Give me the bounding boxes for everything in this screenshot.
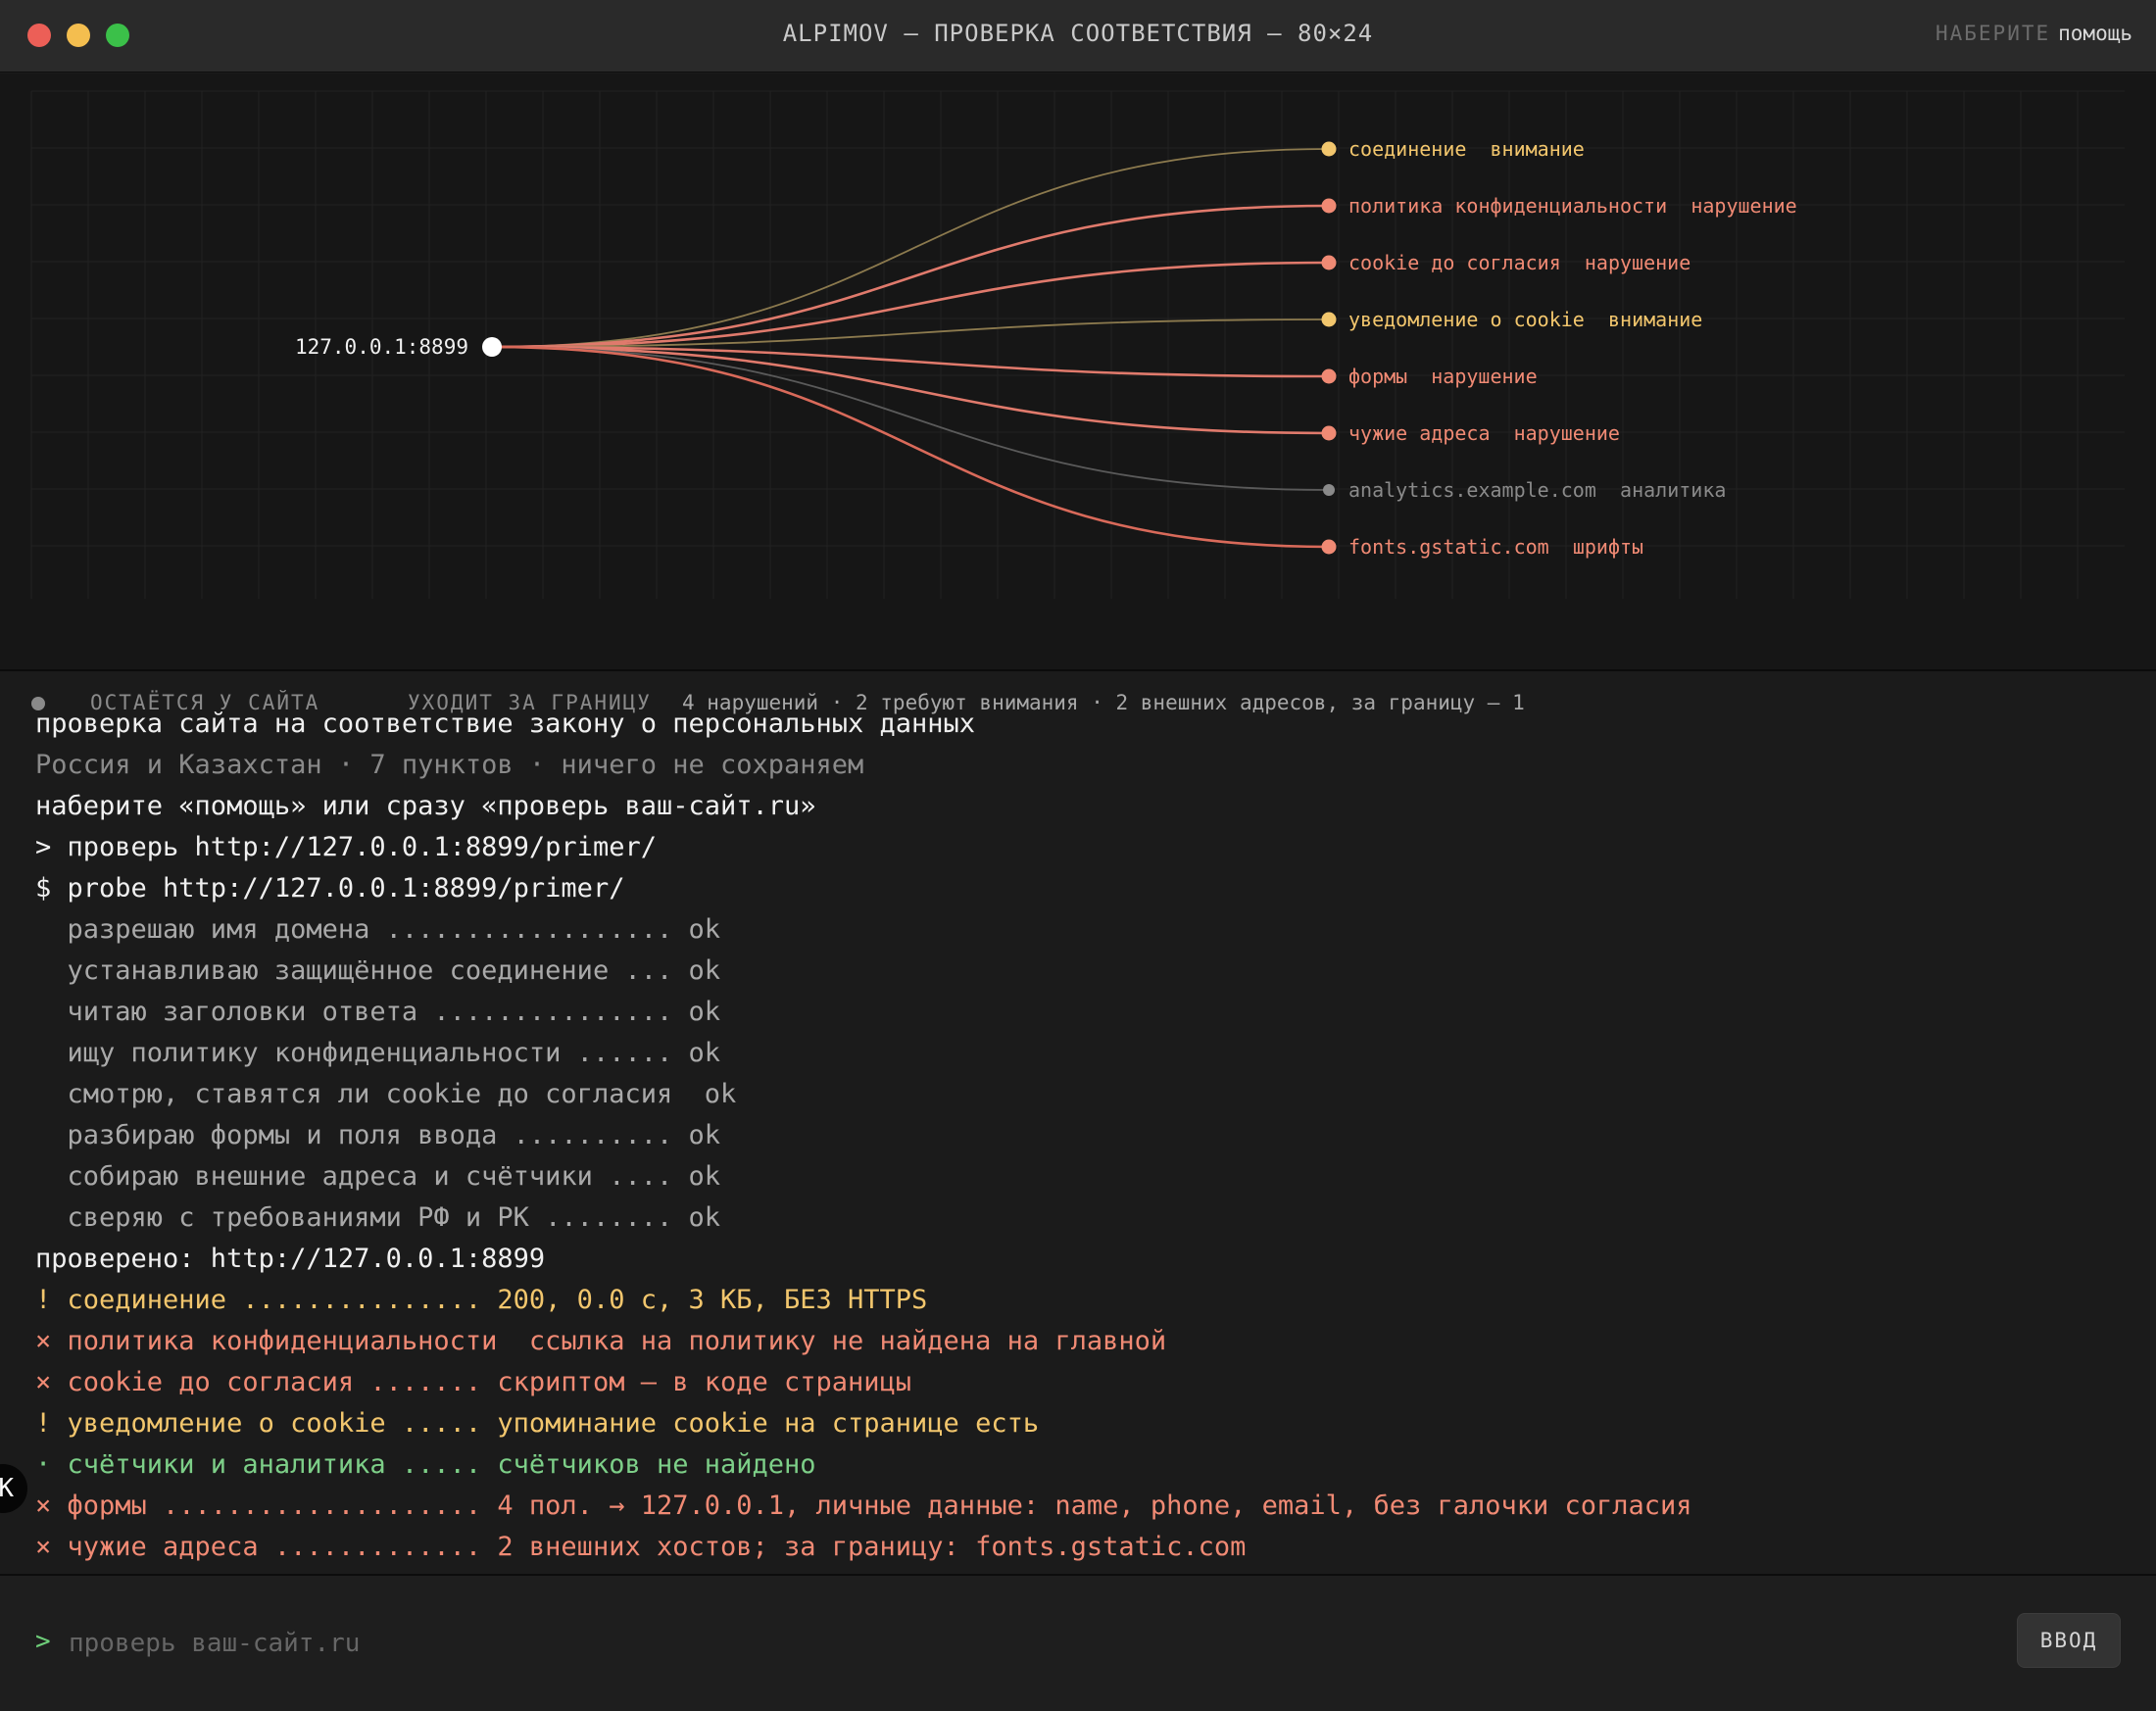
console-line: смотрю, ставятся ли cookie до согласия o… bbox=[35, 1079, 737, 1109]
console-line: Россия и Казахстан · 7 пунктов · ничего … bbox=[35, 750, 864, 780]
graph-node-label[interactable]: fonts.gstatic.com bbox=[1348, 535, 1549, 559]
graph-node-dot[interactable] bbox=[1323, 484, 1335, 496]
graph-node-label[interactable]: формы bbox=[1348, 365, 1407, 388]
console-line: × формы .................... 4 пол. → 12… bbox=[35, 1491, 1692, 1521]
enter-button[interactable]: ВВОД bbox=[2017, 1613, 2121, 1668]
graph-node-status: нарушение bbox=[1514, 421, 1620, 445]
console-line: читаю заголовки ответа ............... o… bbox=[35, 997, 720, 1027]
command-bar: > ВВОД bbox=[0, 1574, 2156, 1711]
console-line: проверено: http://127.0.0.1:8899 bbox=[35, 1244, 546, 1274]
graph-node-label[interactable]: политика конфиденциальности bbox=[1348, 194, 1667, 218]
graph-edge bbox=[491, 148, 1330, 348]
graph-node-dot[interactable] bbox=[1321, 368, 1337, 384]
graph-node-label[interactable]: cookie до согласия bbox=[1348, 251, 1561, 274]
graph-edge bbox=[491, 345, 1330, 435]
help-hint: НАБЕРИТЕ помощь bbox=[1936, 22, 2132, 45]
graph-node-dot[interactable] bbox=[1321, 312, 1337, 327]
console-line: · счётчики и аналитика ..... счётчиков н… bbox=[35, 1449, 816, 1480]
graph-edge bbox=[491, 345, 1330, 549]
window-title: ALPIMOV — ПРОВЕРКА СООТВЕТСТВИЯ — 80×24 bbox=[782, 20, 1374, 47]
graph-node-status: внимание bbox=[1608, 308, 1702, 331]
data-flow-graph: соединение внимание политика конфиденциаль… bbox=[30, 90, 2125, 599]
graph-node-status: нарушение bbox=[1431, 365, 1537, 388]
graph-node-dot[interactable] bbox=[1321, 141, 1337, 157]
graph-root-node[interactable] bbox=[482, 337, 502, 357]
graph-root-label: 127.0.0.1:8899 bbox=[295, 335, 468, 359]
console-line: > проверь http://127.0.0.1:8899/primer/ bbox=[35, 832, 657, 862]
console-line: ищу политику конфиденциальности ...... o… bbox=[35, 1038, 720, 1068]
help-hint-command[interactable]: помощь bbox=[2058, 22, 2132, 45]
console-line: $ probe http://127.0.0.1:8899/primer/ bbox=[35, 873, 625, 904]
console-output: проверка сайта на соответствие закону о … bbox=[35, 704, 2136, 1568]
console-line: × политика конфиденциальности ссылка на … bbox=[35, 1326, 1167, 1356]
graph-node-dot[interactable] bbox=[1321, 425, 1337, 441]
data-flow-graph-panel: соединение внимание политика конфиденциаль… bbox=[0, 73, 2156, 714]
console-line: ! соединение ............... 200, 0.0 с,… bbox=[35, 1285, 928, 1315]
help-hint-key: НАБЕРИТЕ bbox=[1935, 22, 2051, 45]
graph-node-label[interactable]: analytics.example.com bbox=[1348, 478, 1596, 502]
command-input[interactable] bbox=[69, 1619, 1931, 1668]
graph-node-label[interactable]: соединение bbox=[1348, 137, 1466, 161]
console-line: сверяю с требованиями РФ и РК ........ o… bbox=[35, 1202, 720, 1233]
console-line: × cookie до согласия ....... скриптом — … bbox=[35, 1367, 912, 1397]
title-bar: ALPIMOV — ПРОВЕРКА СООТВЕТСТВИЯ — 80×24 … bbox=[0, 0, 2156, 73]
graph-node-status: нарушение bbox=[1585, 251, 1690, 274]
graph-node-status: нарушение bbox=[1690, 194, 1796, 218]
graph-node-label[interactable]: уведомление о cookie bbox=[1348, 308, 1585, 331]
graph-node-status: шрифты bbox=[1573, 535, 1643, 559]
graph-node-dot[interactable] bbox=[1321, 198, 1337, 214]
console-line: разбираю формы и поля ввода .......... o… bbox=[35, 1120, 720, 1150]
prompt-symbol: > bbox=[35, 1627, 51, 1656]
console-line: разрешаю имя домена .................. o… bbox=[35, 914, 720, 945]
graph-node-label[interactable]: чужие адреса bbox=[1348, 421, 1491, 445]
graph-edge bbox=[491, 346, 1330, 491]
console-line: устанавливаю защищённое соединение ... o… bbox=[35, 955, 720, 986]
console-line: проверка сайта на соответствие закону о … bbox=[35, 709, 976, 739]
side-badge[interactable]: K bbox=[0, 1464, 27, 1513]
graph-node-status: внимание bbox=[1491, 137, 1585, 161]
console-line: наберите «помощь» или сразу «проверь ваш… bbox=[35, 791, 816, 821]
console-line: собираю внешние адреса и счётчики .... o… bbox=[35, 1161, 720, 1192]
console-line: ! уведомление о cookie ..... упоминание … bbox=[35, 1408, 1040, 1439]
graph-node-status: аналитика bbox=[1620, 478, 1726, 502]
graph-node-dot[interactable] bbox=[1321, 255, 1337, 270]
graph-edge bbox=[491, 204, 1330, 349]
console-line: × чужие адреса ............. 2 внешних х… bbox=[35, 1532, 1247, 1562]
graph-node-dot[interactable] bbox=[1321, 539, 1337, 555]
